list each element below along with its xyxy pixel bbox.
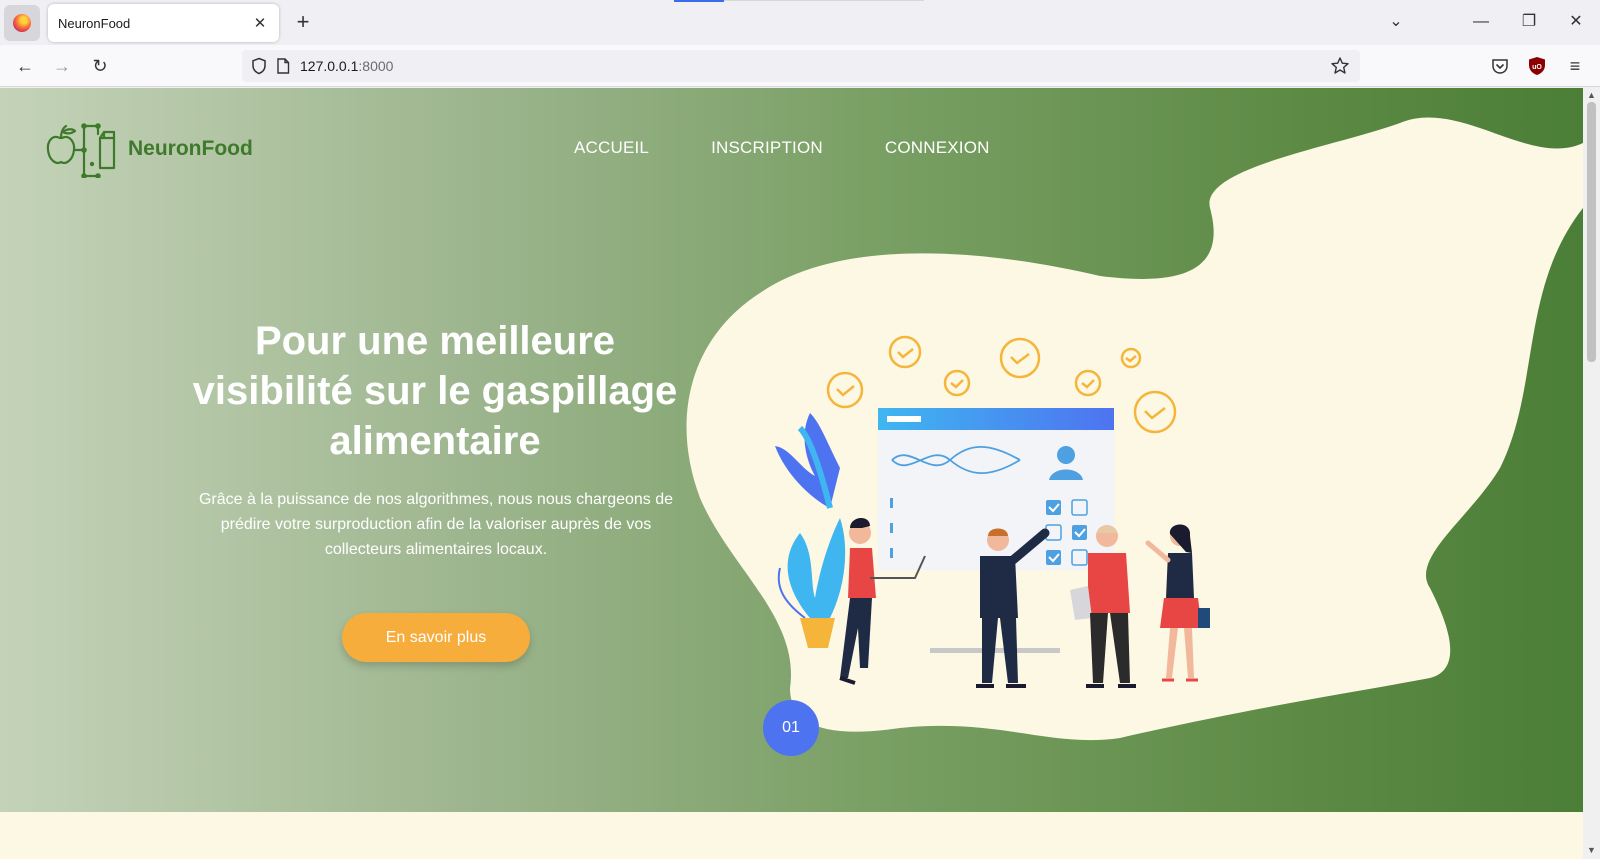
nav-link-inscription[interactable]: INSCRIPTION (711, 138, 823, 158)
page-scrollbar[interactable]: ▲ ▼ (1583, 88, 1600, 859)
pocket-icon[interactable] (1489, 55, 1511, 77)
firefox-menu-button[interactable] (4, 5, 40, 41)
url-text: 127.0.0.1:8000 (300, 58, 393, 74)
tab-neuronfood[interactable]: NeuronFood ✕ (48, 4, 279, 42)
close-tab-icon[interactable]: ✕ (251, 14, 269, 32)
hero-subtext: Grâce à la puissance de nos algorithmes,… (198, 491, 674, 558)
scroll-thumb[interactable] (1587, 102, 1596, 362)
hero-section: NeuronFood ACCUEIL INSCRIPTION CONNEXION… (0, 88, 1583, 812)
ublock-origin-icon[interactable]: uO (1526, 55, 1548, 77)
scroll-down-arrow-icon[interactable]: ▼ (1586, 845, 1597, 855)
brand-name: NeuronFood (128, 137, 253, 160)
team-planning-illustration (775, 335, 1210, 688)
close-window-icon[interactable]: ✕ (1556, 8, 1596, 36)
browser-nav-bar: ← → ↻ 127.0.0.1:8000 uO ≡ (0, 45, 1600, 87)
neuronfood-logo-icon (46, 123, 116, 178)
bookmark-star-icon[interactable] (1330, 56, 1350, 76)
reload-icon[interactable]: ↻ (86, 52, 114, 80)
tracking-shield-icon[interactable] (250, 57, 268, 75)
main-navigation: ACCUEIL INSCRIPTION CONNEXION (574, 138, 1052, 158)
hero-headline: Pour une meilleure visibilité sur le gas… (192, 319, 678, 463)
back-icon[interactable]: ← (11, 52, 39, 80)
site-logo[interactable]: NeuronFood (46, 120, 253, 178)
nav-link-accueil[interactable]: ACCUEIL (574, 138, 649, 158)
svg-text:uO: uO (1532, 64, 1542, 71)
url-bar[interactable]: 127.0.0.1:8000 (242, 50, 1360, 82)
url-host: 127.0.0.1 (300, 58, 359, 74)
page-info-icon[interactable] (276, 58, 290, 74)
slide-number-badge[interactable]: 01 (763, 700, 819, 756)
scroll-up-arrow-icon[interactable]: ▲ (1586, 90, 1597, 100)
browser-tab-bar: NeuronFood ✕ + ⌄ — ❐ ✕ (0, 0, 1600, 45)
hamburger-menu-icon[interactable]: ≡ (1561, 52, 1589, 80)
tab-title: NeuronFood (58, 15, 131, 31)
forward-icon[interactable]: → (48, 52, 76, 80)
minimize-icon[interactable]: — (1461, 8, 1501, 36)
learn-more-button[interactable]: En savoir plus (342, 613, 530, 662)
url-port: :8000 (358, 58, 394, 74)
tab-bar-accent (674, 0, 724, 2)
firefox-icon (13, 14, 31, 32)
list-tabs-icon[interactable]: ⌄ (1376, 8, 1416, 36)
tab-bar-line (724, 0, 924, 1)
page-viewport: NeuronFood ACCUEIL INSCRIPTION CONNEXION… (0, 88, 1583, 859)
new-tab-button[interactable]: + (290, 9, 316, 35)
nav-link-connexion[interactable]: CONNEXION (885, 138, 990, 158)
restore-icon[interactable]: ❐ (1509, 8, 1549, 36)
